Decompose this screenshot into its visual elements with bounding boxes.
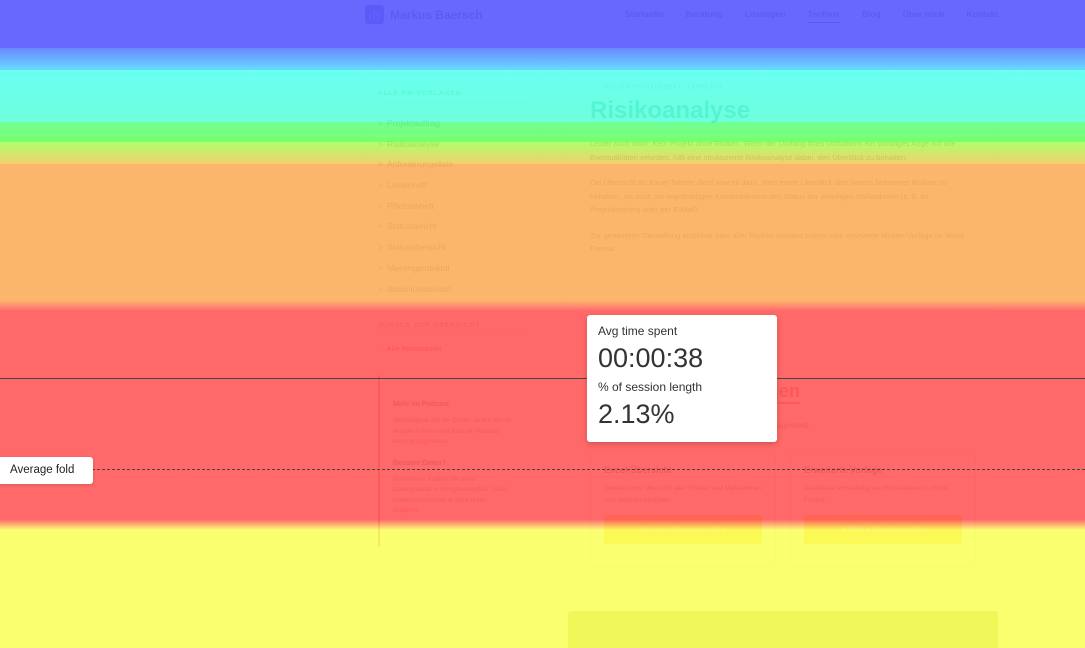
intro-paragraph-2: Die Übersicht als Excel-Tabelle dient so… bbox=[590, 178, 947, 214]
sidebar-item-lastenheft[interactable]: Lastenheft bbox=[378, 176, 527, 197]
page: Markus Baersch Startseite Beratung Lösun… bbox=[0, 0, 1085, 648]
nav-toolbox[interactable]: Toolbox bbox=[807, 9, 840, 23]
better-data-title: Bessere Daten? bbox=[393, 459, 446, 467]
excel-download-button[interactable]: EXCEL VORLAGE (.ZIP) bbox=[604, 515, 762, 544]
top-navigation: Markus Baersch Startseite Beratung Lösun… bbox=[0, 0, 1085, 31]
scroll-position-line bbox=[0, 378, 1085, 379]
template-list: Projektauftrag Risikoanalyse Anforderung… bbox=[378, 114, 527, 300]
sidebar: ALLE PM-VORLAGEN Projektauftrag Risikoan… bbox=[365, 62, 540, 590]
word-box-text: Detaillierte Vorstellung von Einzelrisik… bbox=[804, 485, 950, 504]
average-fold-line bbox=[92, 469, 1085, 470]
logo-text: Markus Baersch bbox=[390, 7, 483, 22]
info-box: Mehr im Podcast Webanalyse auf die Ohren… bbox=[378, 375, 527, 548]
sidebar-item-anforderungsliste[interactable]: Anforderungsliste bbox=[378, 155, 527, 176]
analytrix-link[interactable]: Analytrix bbox=[393, 507, 418, 514]
main-menu: Startseite Beratung Lösungen Toolbox Blo… bbox=[603, 9, 998, 23]
sidebar-heading: ALLE PM-VORLAGEN bbox=[378, 90, 527, 104]
intro-paragraph-3: Zur genaueren Darstellung einzelner oder… bbox=[590, 230, 966, 254]
back-heading: ZURÜCK ZUR ÜBERSICHT bbox=[378, 322, 527, 337]
intro-paragraph-1: Leider auch wahr: Kein Projekt ohne Risi… bbox=[590, 139, 956, 162]
nav-startseite[interactable]: Startseite bbox=[625, 9, 664, 23]
avg-time-label: Avg time spent bbox=[598, 324, 678, 338]
avg-time-value: 00:00:38 bbox=[598, 343, 704, 373]
word-box-title: Erweiterte Vorlage bbox=[804, 465, 883, 475]
sidebar-item-projektauftrag[interactable]: Projektauftrag bbox=[378, 114, 527, 135]
intro-card: // PROJEKTMANAGEMENT TEMPLATE Risikoanal… bbox=[568, 62, 998, 308]
sidebar-item-statusuebersicht[interactable]: Statusübersicht bbox=[378, 238, 527, 259]
nav-kontakt[interactable]: Kontakt bbox=[966, 9, 998, 23]
nav-blog[interactable]: Blog bbox=[862, 9, 881, 23]
sidebar-item-risikoanalyse[interactable]: Risikoanalyse bbox=[378, 135, 527, 156]
page-title: Risikoanalyse bbox=[590, 97, 751, 124]
word-download-button[interactable]: WORD VORLAGE (.ZIP) bbox=[804, 515, 962, 544]
sidebar-item-meetingprotokoll[interactable]: Meetingprotokoll bbox=[378, 259, 527, 280]
scroll-stats-tooltip: Avg time spent 00:00:38 % of session len… bbox=[587, 315, 777, 442]
site-logo[interactable]: Markus Baersch bbox=[365, 5, 483, 24]
excel-box-text: Tabellarische Übersicht aller Risiken un… bbox=[604, 485, 762, 504]
sidebar-item-pflichtenheft[interactable]: Pflichtenheft bbox=[378, 197, 527, 218]
podcast-link[interactable]: beyond pageviews bbox=[393, 438, 447, 445]
next-section-card bbox=[568, 611, 998, 648]
better-data-text: Kostenlose Toolbox für mehr Datenqualitä… bbox=[393, 475, 509, 515]
podcast-text: Webanalyse auf die Ohren: Jeden Monat An… bbox=[393, 417, 512, 446]
podcast-title: Mehr im Podcast bbox=[393, 401, 450, 409]
nav-loesungen[interactable]: Lösungen bbox=[745, 9, 786, 23]
sidebar-item-statusbericht[interactable]: Statusbericht bbox=[378, 217, 527, 238]
average-fold-label: Average fold bbox=[0, 457, 93, 484]
sidebar-item-abschlussbericht[interactable]: Abschlussbericht bbox=[378, 280, 527, 301]
logo-bars-icon bbox=[365, 5, 384, 24]
excel-box-title: Excel-Übersicht bbox=[604, 465, 673, 475]
nav-ueber-mich[interactable]: Über mich bbox=[903, 9, 945, 23]
session-share-label: % of session length bbox=[598, 380, 703, 394]
nav-beratung[interactable]: Beratung bbox=[686, 9, 723, 23]
eyebrow-label: // PROJEKTMANAGEMENT TEMPLATE bbox=[590, 84, 724, 91]
all-resources-link[interactable]: ← Alle Ressourcen bbox=[378, 346, 527, 353]
session-share-value: 2.13% bbox=[598, 399, 675, 429]
